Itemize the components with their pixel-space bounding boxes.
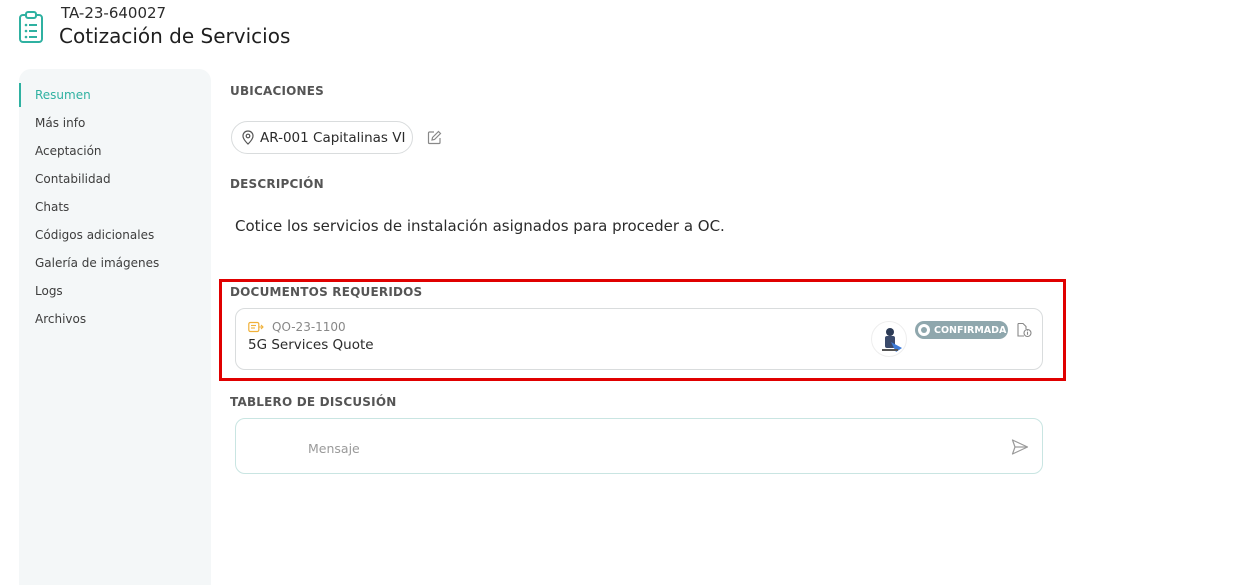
sidebar-item-galeria-imagenes[interactable]: Galería de imágenes bbox=[19, 251, 211, 275]
sidebar-item-mas-info[interactable]: Más info bbox=[19, 111, 211, 135]
sidebar-item-logs[interactable]: Logs bbox=[19, 279, 211, 303]
sidebar-item-chats[interactable]: Chats bbox=[19, 195, 211, 219]
document-code-row: QO-23-1100 bbox=[248, 320, 346, 334]
document-info-icon[interactable] bbox=[1016, 322, 1032, 338]
map-pin-icon bbox=[242, 130, 254, 145]
avatar bbox=[871, 321, 907, 357]
sidebar-item-aceptacion[interactable]: Aceptación bbox=[19, 139, 211, 163]
location-chip[interactable]: AR-001 Capitalinas VI bbox=[231, 121, 413, 154]
status-dot-icon bbox=[918, 324, 930, 336]
document-card[interactable]: QO-23-1100 5G Services Quote CONFIRMADA bbox=[235, 308, 1043, 370]
tablero-heading: TABLERO DE DISCUSIÓN bbox=[230, 395, 397, 409]
sidebar: Resumen Más info Aceptación Contabilidad… bbox=[19, 69, 211, 585]
documentos-heading: DOCUMENTOS REQUERIDOS bbox=[230, 285, 423, 299]
send-icon[interactable] bbox=[1011, 438, 1029, 456]
descripcion-heading: DESCRIPCIÓN bbox=[230, 177, 324, 191]
page-title: Cotización de Servicios bbox=[59, 24, 291, 48]
description-text: Cotice los servicios de instalación asig… bbox=[235, 217, 725, 235]
ubicaciones-heading: UBICACIONES bbox=[230, 84, 325, 98]
clipboard-list-icon bbox=[19, 11, 43, 43]
status-label: CONFIRMADA bbox=[934, 324, 1007, 336]
message-box bbox=[235, 418, 1043, 474]
document-code: QO-23-1100 bbox=[272, 320, 346, 334]
message-input[interactable] bbox=[308, 438, 988, 458]
user-avatar-icon bbox=[882, 328, 902, 352]
edit-icon[interactable] bbox=[427, 130, 442, 145]
location-code: AR-001 bbox=[260, 129, 309, 146]
sidebar-item-resumen[interactable]: Resumen bbox=[19, 83, 211, 107]
sidebar-item-contabilidad[interactable]: Contabilidad bbox=[19, 167, 211, 191]
sidebar-item-archivos[interactable]: Archivos bbox=[19, 307, 211, 331]
record-code: TA-23-640027 bbox=[61, 4, 167, 22]
status-badge: CONFIRMADA bbox=[915, 321, 1008, 339]
quote-document-icon bbox=[248, 321, 264, 333]
document-name: 5G Services Quote bbox=[248, 337, 374, 353]
location-name: Capitalinas VI bbox=[313, 129, 406, 146]
sidebar-item-codigos-adicionales[interactable]: Códigos adicionales bbox=[19, 223, 211, 247]
